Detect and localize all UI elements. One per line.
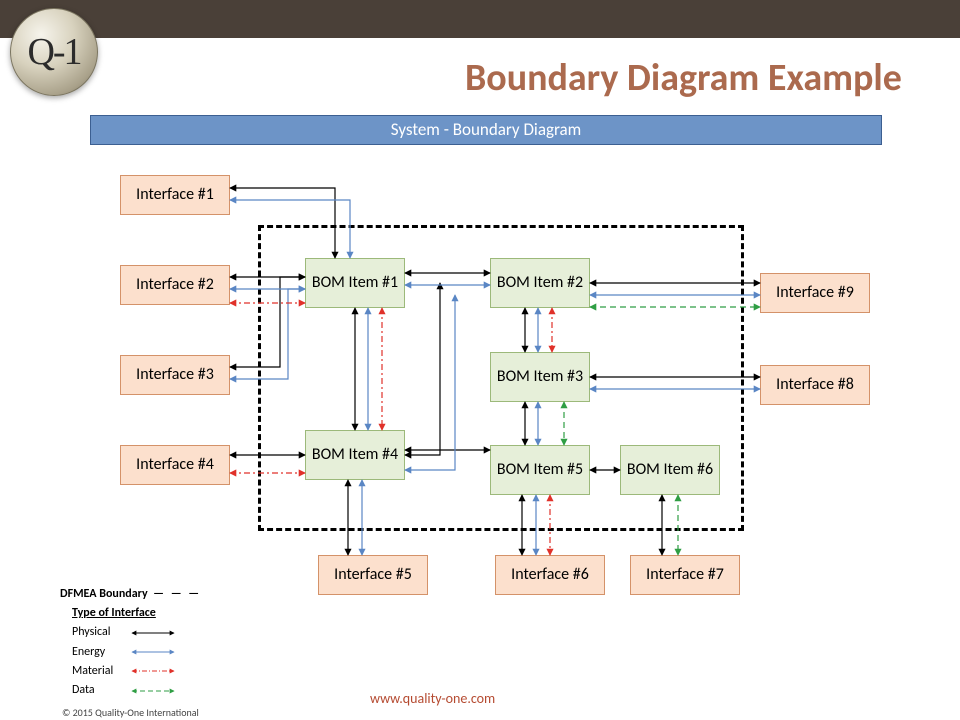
interface-3: Interface #3	[120, 355, 230, 395]
footer-url: www.quality-one.com	[370, 690, 495, 707]
legend-physical: Physical	[72, 623, 122, 642]
diagram-banner: System - Boundary Diagram	[90, 115, 882, 145]
copyright: © 2015 Quality-One International	[62, 706, 199, 719]
legend-material: Material	[72, 662, 122, 681]
boundary-diagram: Interface #1 Interface #2 Interface #3 I…	[90, 155, 890, 640]
legend-boundary-label: DFMEA Boundary	[60, 587, 148, 601]
interface-8: Interface #8	[760, 365, 870, 405]
bom-item-6: BOM Item #6	[620, 445, 720, 495]
legend: DFMEA Boundary — — — Type of Interface P…	[60, 585, 201, 700]
page-title: Boundary Diagram Example	[465, 55, 902, 101]
interface-1: Interface #1	[120, 175, 230, 215]
interface-9: Interface #9	[760, 273, 870, 313]
bom-item-3: BOM Item #3	[490, 352, 590, 402]
interface-5: Interface #5	[318, 555, 428, 595]
bom-item-4: BOM Item #4	[305, 430, 405, 480]
interface-2: Interface #2	[120, 265, 230, 305]
legend-data: Data	[72, 681, 122, 700]
legend-type-header: Type of Interface	[72, 604, 201, 623]
interface-6: Interface #6	[495, 555, 605, 595]
bom-item-5: BOM Item #5	[490, 445, 590, 495]
legend-energy: Energy	[72, 643, 122, 662]
top-bar	[0, 0, 960, 38]
logo-badge: Q-1	[10, 8, 98, 96]
bom-item-2: BOM Item #2	[490, 258, 590, 308]
interface-7: Interface #7	[630, 555, 740, 595]
interface-4: Interface #4	[120, 445, 230, 485]
bom-item-1: BOM Item #1	[305, 258, 405, 308]
